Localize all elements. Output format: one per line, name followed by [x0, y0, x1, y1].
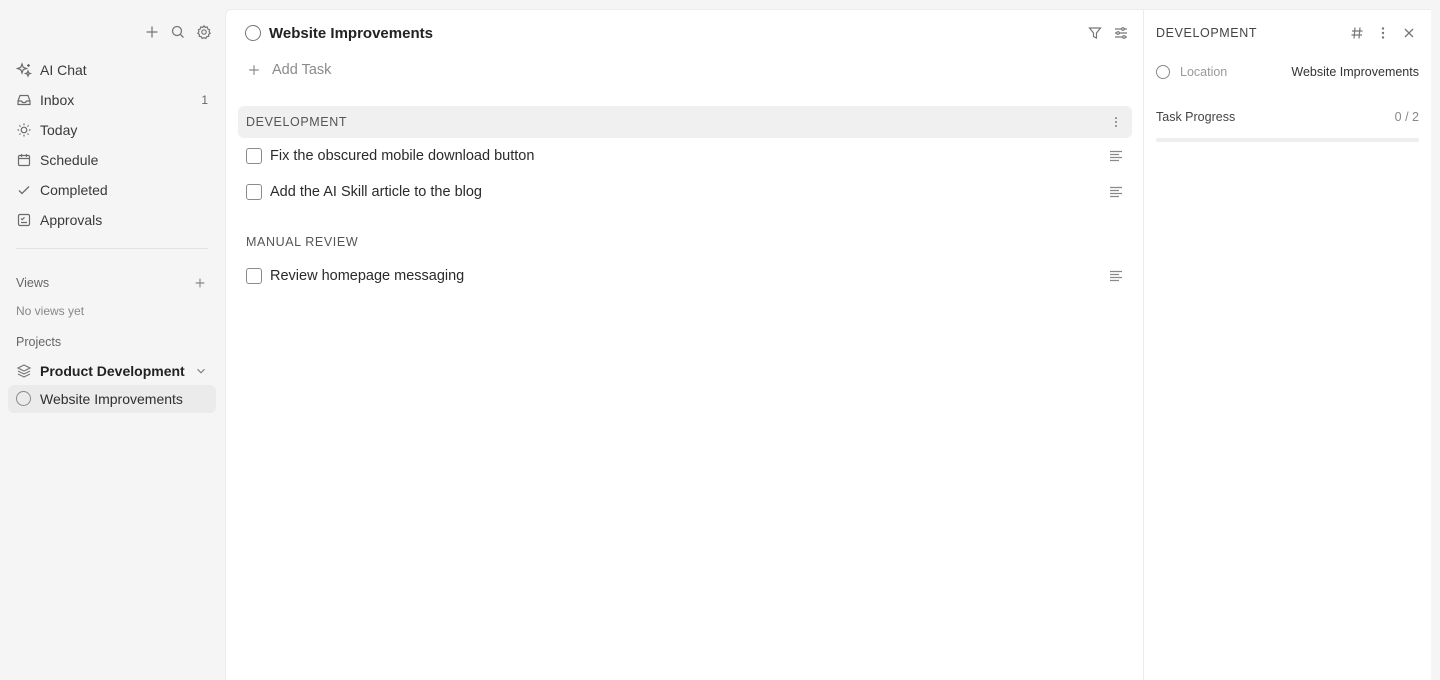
sidebar-item-label: Completed — [40, 182, 108, 198]
page-title: Website Improvements — [269, 24, 433, 42]
sidebar-toolbar — [142, 22, 214, 42]
task-row[interactable]: Fix the obscured mobile download button — [238, 139, 1132, 173]
description-lines-icon[interactable] — [1108, 148, 1124, 164]
add-task-button[interactable]: Add Task — [246, 62, 331, 78]
views-heading: Views — [16, 276, 50, 290]
add-view-icon[interactable] — [192, 275, 208, 291]
project-status-circle-icon[interactable] — [245, 25, 261, 41]
task-title[interactable]: Fix the obscured mobile download button — [270, 148, 534, 164]
main-content: Website Improvements Add Task DEVELOPMEN… — [225, 9, 1143, 680]
section-header-manual-review[interactable]: MANUAL REVIEW — [238, 226, 1132, 258]
task-progress-label: Task Progress — [1156, 110, 1236, 124]
approval-icon — [16, 212, 32, 228]
task-title[interactable]: Review homepage messaging — [270, 268, 464, 284]
task-progress-value: 0 / 2 — [1394, 110, 1419, 124]
sidebar-item-inbox[interactable]: Inbox 1 — [8, 85, 216, 115]
section-title: MANUAL REVIEW — [246, 235, 359, 249]
sidebar-item-label: AI Chat — [40, 62, 87, 78]
check-icon — [16, 182, 32, 198]
sparkles-icon — [16, 62, 32, 78]
sidebar-item-approvals[interactable]: Approvals — [8, 205, 216, 235]
projects-heading: Projects — [16, 335, 62, 349]
more-vertical-icon[interactable] — [1373, 23, 1393, 43]
panel-title: DEVELOPMENT — [1156, 26, 1258, 40]
task-row[interactable]: Add the AI Skill article to the blog — [238, 175, 1132, 209]
views-empty-text: No views yet — [16, 304, 85, 318]
hash-icon[interactable] — [1347, 23, 1367, 43]
chevron-down-icon[interactable] — [194, 364, 208, 378]
panel-header: DEVELOPMENT — [1156, 22, 1419, 44]
sliders-icon[interactable] — [1111, 23, 1131, 43]
app-window: AI Chat Inbox 1 Today Schedule Completed… — [0, 0, 1440, 680]
inbox-count-badge: 1 — [201, 93, 208, 107]
inbox-icon — [16, 92, 32, 108]
project-group-label: Product Development — [40, 363, 185, 379]
location-circle-icon — [1156, 65, 1170, 79]
views-header: Views — [16, 275, 208, 291]
sun-icon — [16, 122, 32, 138]
sidebar-nav: AI Chat Inbox 1 Today Schedule Completed… — [8, 55, 216, 235]
sidebar-item-ai-chat[interactable]: AI Chat — [8, 55, 216, 85]
task-checkbox[interactable] — [246, 148, 262, 164]
sidebar-divider — [16, 248, 208, 249]
plus-icon — [246, 62, 262, 78]
task-title[interactable]: Add the AI Skill article to the blog — [270, 184, 482, 200]
task-progress-row: Task Progress 0 / 2 — [1156, 108, 1419, 126]
description-lines-icon[interactable] — [1108, 184, 1124, 200]
location-label: Location — [1180, 65, 1228, 79]
close-icon[interactable] — [1399, 23, 1419, 43]
panel-tools — [1347, 23, 1419, 43]
sidebar-item-schedule[interactable]: Schedule — [8, 145, 216, 175]
sidebar-item-label: Today — [40, 122, 78, 138]
calendar-icon — [16, 152, 32, 168]
location-row[interactable]: Location Website Improvements — [1156, 62, 1419, 82]
task-row[interactable]: Review homepage messaging — [238, 259, 1132, 293]
task-checkbox[interactable] — [246, 268, 262, 284]
section-header-development[interactable]: DEVELOPMENT — [238, 106, 1132, 138]
plus-icon[interactable] — [142, 22, 162, 42]
project-item-label: Website Improvements — [40, 391, 183, 407]
layers-icon — [16, 363, 32, 379]
detail-panel: DEVELOPMENT Location Website Improvement… — [1143, 9, 1431, 680]
sidebar-item-label: Approvals — [40, 212, 103, 228]
main-header: Website Improvements — [245, 22, 1131, 44]
search-icon[interactable] — [168, 22, 188, 42]
more-vertical-icon[interactable] — [1108, 114, 1124, 130]
sidebar-item-completed[interactable]: Completed — [8, 175, 216, 205]
section-title: DEVELOPMENT — [246, 115, 348, 129]
project-list: Product Development Website Improvements — [8, 357, 216, 413]
project-group-product-development[interactable]: Product Development — [8, 357, 216, 385]
task-checkbox[interactable] — [246, 184, 262, 200]
sidebar-item-label: Inbox — [40, 92, 75, 108]
description-lines-icon[interactable] — [1108, 268, 1124, 284]
add-task-label: Add Task — [272, 62, 332, 78]
sidebar: AI Chat Inbox 1 Today Schedule Completed… — [0, 0, 224, 680]
progress-bar — [1156, 138, 1419, 142]
location-value[interactable]: Website Improvements — [1291, 65, 1419, 79]
project-circle-icon — [16, 391, 32, 407]
sidebar-item-today[interactable]: Today — [8, 115, 216, 145]
header-tools — [1085, 23, 1131, 43]
project-item-website-improvements[interactable]: Website Improvements — [8, 385, 216, 413]
gear-icon[interactable] — [194, 22, 214, 42]
filter-icon[interactable] — [1085, 23, 1105, 43]
sidebar-item-label: Schedule — [40, 152, 99, 168]
